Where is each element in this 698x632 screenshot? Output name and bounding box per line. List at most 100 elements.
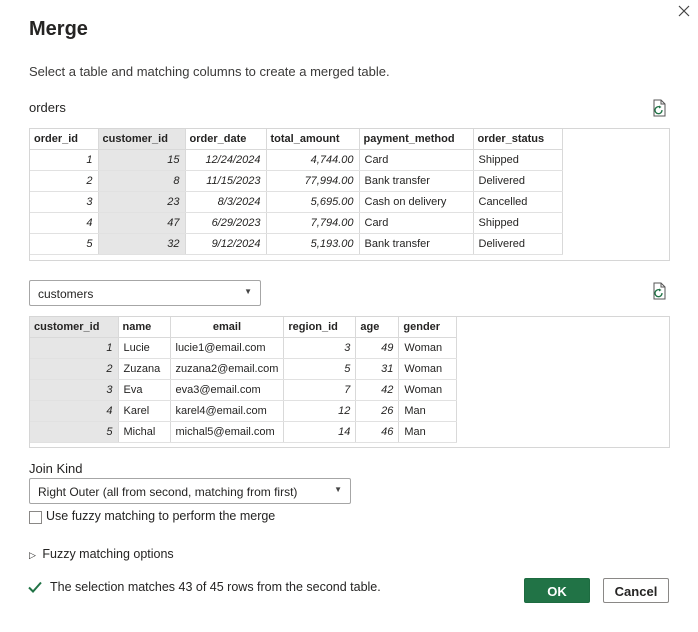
table-row: 4 Karel karel4@email.com 12 26 Man [30,400,458,422]
table-cell: 3 [30,191,99,213]
ok-button[interactable]: OK [524,578,590,603]
table-cell: 2 [30,358,119,380]
table-cell: Bank transfer [359,233,474,255]
table-cell: Delivered [473,233,563,255]
chevron-down-icon: ▼ [334,485,342,494]
dialog-title: Merge [29,18,88,40]
table-cell: 5,695.00 [266,191,360,213]
table-cell: 4 [30,400,119,422]
table-cell: Shipped [473,212,563,234]
second-table-dropdown-value: customers [38,287,94,301]
fuzzy-options-expander[interactable]: ▷ Fuzzy matching options [29,545,174,563]
table-cell: Lucie [118,337,171,359]
column-header-order-date[interactable]: order_date [185,129,267,150]
table-cell: 5,193.00 [266,233,360,255]
join-kind-label: Join Kind [29,461,83,476]
table-cell: Woman [398,379,458,401]
table-cell: 47 [98,212,186,234]
customers-preview-table-box: customer_id name email region_id age gender 1… [29,316,670,448]
table-cell: 77,994.00 [266,170,360,192]
table-row: 2 8 11/15/2023 77,994.00 Bank transfer Delive… [30,170,563,192]
table-cell: 5 [283,358,357,380]
table-cell: michal5@email.com [170,421,285,443]
fuzzy-matching-label: Use fuzzy matching to perform the merge [46,509,276,523]
column-header-total-amount[interactable]: total_amount [266,129,360,150]
table-cell: 32 [98,233,186,255]
table-cell: 12 [283,400,357,422]
table-cell: 5 [30,421,119,443]
close-icon[interactable] [676,3,692,19]
table-cell: Card [359,149,474,171]
match-status-text: The selection matches 43 of 45 rows from… [50,580,381,594]
table-cell: 42 [355,379,400,401]
customers-preview-table: customer_id name email region_id age gender 1… [30,317,458,443]
table-cell: Man [398,421,458,443]
table-cell: Delivered [473,170,563,192]
checkmark-icon [27,579,43,595]
table-cell: 46 [355,421,400,443]
table-cell: 9/12/2024 [185,233,267,255]
table-cell: 4,744.00 [266,149,360,171]
table-row: 3 23 8/3/2024 5,695.00 Cash on delivery Cance… [30,191,563,213]
table-cell: eva3@email.com [170,379,285,401]
fuzzy-matching-checkbox[interactable] [29,511,42,524]
second-table-dropdown[interactable]: customers ▼ [29,280,261,306]
column-header-customer-id[interactable]: customer_id [98,129,186,150]
table-row: 3 Eva eva3@email.com 7 42 Woman [30,379,458,401]
table-cell: 26 [355,400,400,422]
join-kind-dropdown[interactable]: Right Outer (all from second, matching f… [29,478,351,504]
table-cell: 1 [30,337,119,359]
table-cell: Zuzana [118,358,171,380]
table-row: 1 15 12/24/2024 4,744.00 Card Shipped [30,149,563,171]
refresh-preview-icon[interactable] [652,282,668,300]
table-cell: 15 [98,149,186,171]
table-cell: 7,794.00 [266,212,360,234]
table-cell: Woman [398,358,458,380]
refresh-preview-icon[interactable] [652,99,668,117]
table-cell: Man [398,400,458,422]
table-cell: karel4@email.com [170,400,285,422]
table-cell: Michal [118,421,171,443]
column-header-age[interactable]: age [355,317,400,338]
table-cell: 12/24/2024 [185,149,267,171]
cancel-button[interactable]: Cancel [603,578,669,603]
table-cell: zuzana2@email.com [170,358,285,380]
table-row: 5 Michal michal5@email.com 14 46 Man [30,421,458,443]
table-cell: 5 [30,233,99,255]
table-cell: Bank transfer [359,170,474,192]
column-header-name[interactable]: name [118,317,171,338]
table-cell: 6/29/2023 [185,212,267,234]
table-cell: 2 [30,170,99,192]
orders-preview-table: order_id customer_id order_date total_amoun… [30,129,563,255]
table-cell: 31 [355,358,400,380]
column-header-gender[interactable]: gender [398,317,458,338]
table-cell: Cancelled [473,191,563,213]
fuzzy-options-label: Fuzzy matching options [42,547,174,561]
table-row: 1 Lucie lucie1@email.com 3 49 Woman [30,337,458,359]
table-cell: lucie1@email.com [170,337,285,359]
chevron-right-icon: ▷ [29,550,36,560]
table-cell: 14 [283,421,357,443]
table-row: 4 47 6/29/2023 7,794.00 Card Shipped [30,212,563,234]
column-header-payment-method[interactable]: payment_method [359,129,474,150]
column-header-customer-id[interactable]: customer_id [30,317,119,338]
table-row: 5 32 9/12/2024 5,193.00 Bank transfer Deliver… [30,233,563,255]
column-header-region-id[interactable]: region_id [283,317,357,338]
column-header-email[interactable]: email [170,317,285,338]
table-cell: Woman [398,337,458,359]
join-kind-value: Right Outer (all from second, matching f… [38,485,298,499]
table-cell: 3 [283,337,357,359]
column-header-order-id[interactable]: order_id [30,129,99,150]
column-header-order-status[interactable]: order_status [473,129,563,150]
dialog-subtitle: Select a table and matching columns to c… [29,64,390,79]
table-cell: 7 [283,379,357,401]
table-cell: Karel [118,400,171,422]
table-cell: 1 [30,149,99,171]
orders-preview-table-box: order_id customer_id order_date total_amoun… [29,128,670,261]
table-cell: 8 [98,170,186,192]
table-row: 2 Zuzana zuzana2@email.com 5 31 Woman [30,358,458,380]
table-cell: 23 [98,191,186,213]
table-cell: 4 [30,212,99,234]
table-cell: Cash on delivery [359,191,474,213]
table-cell: Eva [118,379,171,401]
